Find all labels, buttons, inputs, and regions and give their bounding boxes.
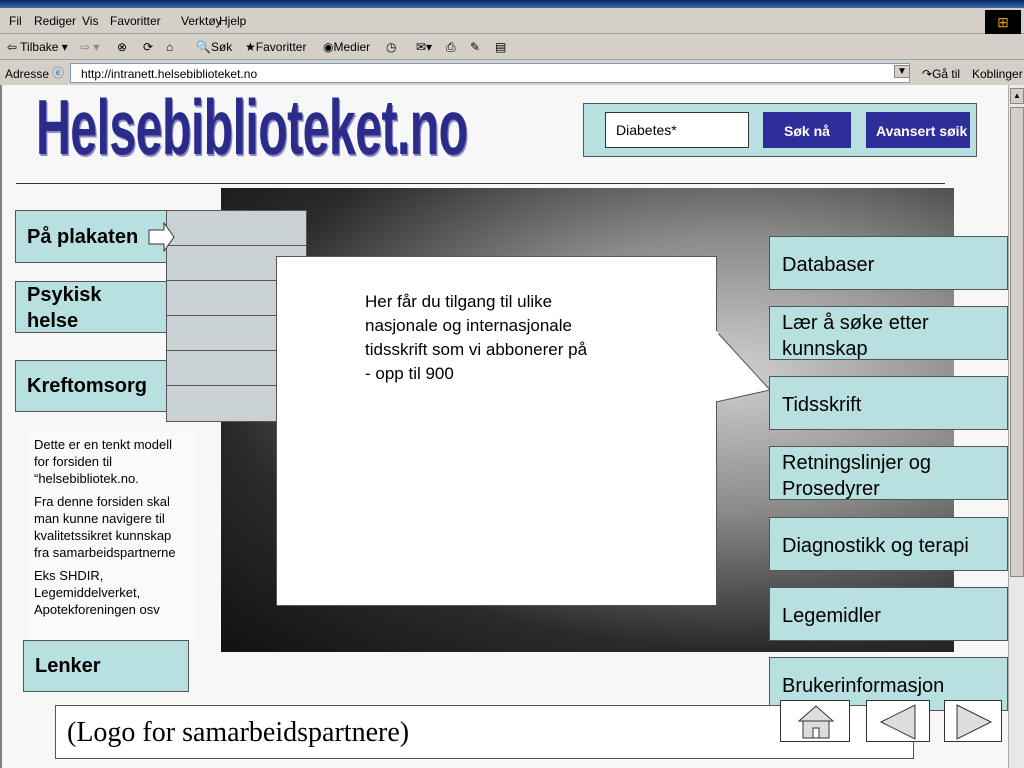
note-text: Eks SHDIR, Legemiddelverket, Apotekforen… [34, 568, 160, 617]
back-button[interactable]: ⇦ Tilbake ▾ [7, 40, 68, 54]
callout-box: Her får du tilgang til ulike nasjonale o… [276, 256, 717, 606]
print-icon[interactable]: ⎙ [446, 40, 456, 55]
menu-legemidler[interactable]: Legemidler [769, 587, 1008, 641]
scroll-thumb[interactable] [1010, 107, 1024, 577]
address-dropdown-icon[interactable]: ▼ [894, 65, 910, 78]
menu-pa-plakaten[interactable]: På plakaten [15, 210, 167, 263]
note-text: Fra denne forsiden skal man kunne navige… [34, 494, 176, 560]
callout-edge [716, 401, 717, 606]
site-logo[interactable]: Helsebiblioteket.no [36, 82, 468, 173]
submenu-item[interactable] [167, 211, 306, 246]
callout-text: - opp til 900 [365, 364, 454, 383]
info-note: Dette er en tenkt modell for forsiden ti… [27, 432, 197, 640]
menu-retningslinjer[interactable]: Retningslinjer og Prosedyrer [769, 446, 1008, 500]
menu-vis[interactable]: Vis [82, 14, 98, 28]
note-text: Dette er en tenkt modell for forsiden ti… [34, 437, 173, 486]
forward-nav-button[interactable] [944, 700, 1002, 742]
menu-fil[interactable]: Fil [9, 14, 22, 28]
forward-button[interactable]: ⇨ ▾ [80, 40, 99, 54]
edit-icon[interactable]: ✎ [470, 40, 480, 54]
stop-icon[interactable]: ⊗ [117, 40, 127, 54]
menu-kreftomsorg[interactable]: Kreftomsorg [15, 360, 167, 412]
menu-psykisk-helse[interactable]: Psykisk helse [15, 281, 167, 333]
menu-rediger[interactable]: Rediger [34, 14, 76, 28]
menu-tidsskrift[interactable]: Tidsskrift [769, 376, 1008, 430]
menu-databaser[interactable]: Databaser [769, 236, 1008, 290]
refresh-icon[interactable]: ⟳ [143, 40, 153, 54]
menu-hjelp[interactable]: Hjelp [219, 14, 246, 28]
menu-laer-a-soke[interactable]: Lær å søke etter kunnskap [769, 306, 1008, 360]
callout-text: Her får du tilgang til ulike nasjonale o… [365, 292, 588, 359]
menu-lenker[interactable]: Lenker [23, 640, 189, 692]
forward-arrow-icon [956, 704, 993, 740]
title-bar [0, 0, 1024, 8]
search-button[interactable]: 🔍Søk [196, 40, 232, 54]
go-button[interactable]: ↷Gå til [922, 67, 960, 81]
callout-edge [716, 256, 717, 331]
back-arrow-icon [879, 704, 916, 740]
back-nav-button[interactable] [866, 700, 930, 742]
menu-favoritter[interactable]: Favoritter [110, 14, 161, 28]
address-label: Adresse [5, 67, 50, 81]
history-icon[interactable]: ◷ [386, 40, 396, 54]
divider [16, 183, 945, 184]
advanced-search-button[interactable]: Avansert søik [866, 112, 970, 148]
home-icon [797, 705, 835, 739]
links-button[interactable]: Koblinger [972, 67, 1023, 81]
menu-bar: Fil Rediger Vis Favoritter Verktøy Hjelp [0, 8, 1024, 34]
arrow-pointer-icon [148, 222, 175, 252]
menu-diagnostikk[interactable]: Diagnostikk og terapi [769, 517, 1008, 571]
favorites-button[interactable]: ★Favoritter [245, 40, 306, 54]
search-now-button[interactable]: Søk nå [763, 112, 851, 148]
mail-icon[interactable]: ✉▾ [416, 40, 432, 54]
address-input[interactable]: http://intranett.helsebiblioteket.no [70, 63, 910, 83]
scroll-up-icon[interactable]: ▲ [1010, 88, 1024, 104]
windows-logo-icon: ⊞ [985, 10, 1021, 34]
page-icon: ⓔ [52, 66, 65, 80]
search-input[interactable]: Diabetes* [605, 112, 749, 148]
media-button[interactable]: ◉Medier [323, 40, 370, 54]
search-panel: Diabetes* Søk nå Avansert søik [583, 103, 977, 157]
home-nav-button[interactable] [780, 700, 850, 742]
home-icon[interactable]: ⌂ [166, 40, 173, 54]
menu-verktoy[interactable]: Verktøy [181, 14, 222, 28]
scrollbar[interactable]: ▲ [1008, 85, 1024, 768]
toolbar: ⇦ Tilbake ▾ ⇨ ▾ ⊗ ⟳ ⌂ 🔍Søk ★Favoritter ◉… [0, 35, 1024, 60]
discuss-icon[interactable]: ▤ [495, 40, 506, 54]
